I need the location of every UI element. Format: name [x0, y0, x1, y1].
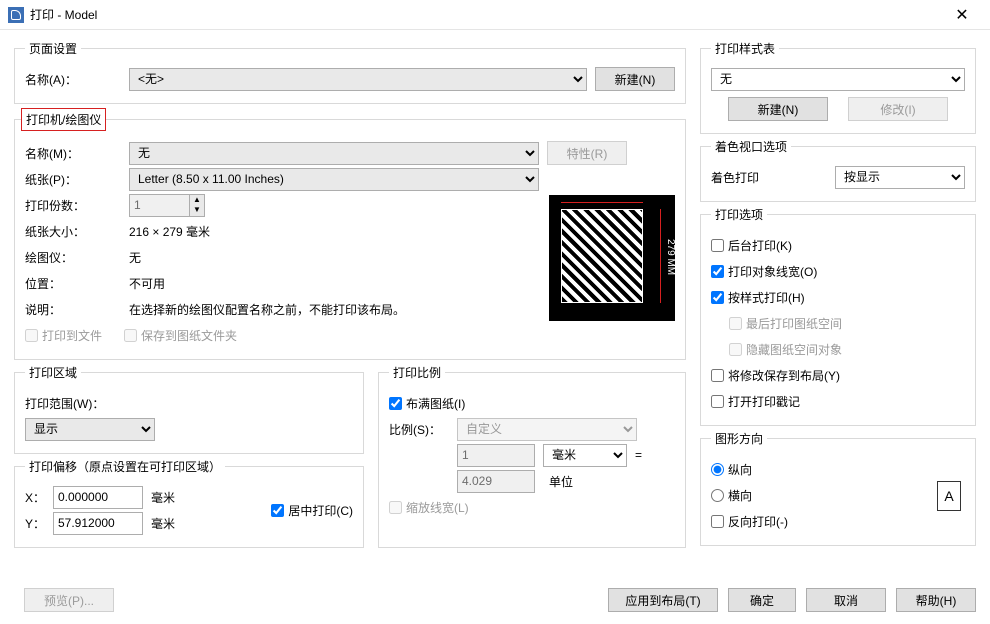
landscape-radio[interactable]: 横向	[711, 487, 752, 504]
copies-input	[129, 194, 189, 217]
center-print-checkbox[interactable]: 居中打印(C)	[271, 502, 353, 519]
page-setup-group: 页面设置 名称(A)： <无> 新建(N)	[14, 40, 686, 104]
paper-label: 纸张(P)：	[25, 171, 121, 188]
printer-group: 打印机/绘图仪 名称(M)： 无 特性(R) 纸张(P)： Letter (8.…	[14, 108, 686, 360]
scope-label: 打印范围(W)：	[25, 395, 104, 412]
scope-select[interactable]: 显示	[25, 418, 155, 441]
window-title: 打印 - Model	[30, 6, 942, 23]
scale-lw-checkbox: 缩放线宽(L)	[389, 499, 469, 516]
titlebar: 打印 - Model ✕	[0, 0, 990, 30]
apply-to-layout-button[interactable]: 应用到布局(T)	[608, 588, 718, 612]
chevron-up-icon[interactable]: ▲	[190, 195, 204, 206]
page-setup-legend: 页面设置	[25, 40, 81, 57]
copies-stepper[interactable]: ▲▼	[129, 194, 205, 217]
preview-button: 预览(P)...	[24, 588, 114, 612]
cancel-button[interactable]: 取消	[806, 588, 886, 612]
reverse-checkbox[interactable]: 反向打印(-)	[711, 513, 788, 530]
app-logo-icon	[8, 7, 24, 23]
paper-select[interactable]: Letter (8.50 x 11.00 Inches)	[129, 168, 539, 191]
plotter-value: 无	[129, 249, 141, 266]
style-table-legend: 打印样式表	[711, 40, 779, 57]
printer-name-select[interactable]: 无	[129, 142, 539, 165]
scale-unit-select[interactable]: 毫米	[543, 444, 627, 467]
scale-unit-text: 单位	[543, 473, 627, 490]
copies-label: 打印份数：	[25, 197, 121, 214]
y-unit: 毫米	[151, 515, 175, 532]
location-value: 不可用	[129, 275, 165, 292]
paper-preview: 216 MM 279 MM	[549, 195, 675, 321]
opt-objlw-checkbox[interactable]: 打印对象线宽(O)	[711, 263, 817, 280]
page-setup-name-label: 名称(A)：	[25, 71, 121, 88]
x-input[interactable]	[53, 486, 143, 509]
printer-name-label: 名称(M)：	[25, 145, 121, 162]
save-to-folder-checkbox: 保存到图纸文件夹	[124, 327, 237, 344]
fit-paper-checkbox[interactable]: 布满图纸(I)	[389, 395, 465, 412]
plotter-label: 绘图仪：	[25, 249, 121, 266]
printer-properties-button: 特性(R)	[547, 141, 627, 165]
opt-bg-checkbox[interactable]: 后台打印(K)	[711, 237, 792, 254]
x-label: X：	[25, 489, 45, 506]
offset-legend: 打印偏移（原点设置在可打印区域）	[25, 458, 225, 475]
shade-legend: 着色视口选项	[711, 138, 791, 155]
ratio-label: 比例(S)：	[389, 421, 449, 438]
x-unit: 毫米	[151, 489, 175, 506]
eq-label: =	[635, 448, 642, 462]
scale-num-input	[457, 444, 535, 467]
ok-button[interactable]: 确定	[728, 588, 796, 612]
scale-den-input	[457, 470, 535, 493]
preview-height-label: 279 MM	[665, 239, 676, 275]
opt-stamp-checkbox[interactable]: 打开打印戳记	[711, 393, 800, 410]
style-new-button[interactable]: 新建(N)	[728, 97, 828, 121]
print-area-group: 打印区域 打印范围(W)： 显示	[14, 364, 364, 454]
shade-label: 着色打印	[711, 169, 827, 186]
style-edit-button: 修改(I)	[848, 97, 948, 121]
options-group: 打印选项 后台打印(K) 打印对象线宽(O) 按样式打印(H) 最后打印图纸空间…	[700, 206, 976, 426]
portrait-radio[interactable]: 纵向	[711, 461, 752, 478]
preview-width-label: 216 MM	[561, 185, 643, 196]
opt-hideps-checkbox: 隐藏图纸空间对象	[729, 341, 842, 358]
desc-value: 在选择新的绘图仪配置名称之前，不能打印该布局。	[129, 301, 405, 318]
paper-size-value: 216 × 279 毫米	[129, 223, 210, 240]
opt-savelayout-checkbox[interactable]: 将修改保存到布局(Y)	[711, 367, 840, 384]
print-area-legend: 打印区域	[25, 364, 81, 381]
hatch-icon	[561, 209, 643, 303]
orient-legend: 图形方向	[711, 430, 767, 447]
printer-legend: 打印机/绘图仪	[21, 108, 106, 131]
help-button[interactable]: 帮助(H)	[896, 588, 976, 612]
print-to-file-checkbox: 打印到文件	[25, 327, 102, 344]
page-setup-name-select[interactable]: <无>	[129, 68, 587, 91]
offset-group: 打印偏移（原点设置在可打印区域） X： 毫米 Y： 毫米	[14, 458, 364, 548]
orient-group: 图形方向 纵向 横向 反向打印(-) A	[700, 430, 976, 546]
options-legend: 打印选项	[711, 206, 767, 223]
shade-group: 着色视口选项 着色打印 按显示	[700, 138, 976, 202]
opt-lastps-checkbox: 最后打印图纸空间	[729, 315, 842, 332]
style-table-select[interactable]: 无	[711, 68, 965, 91]
orientation-a-icon: A	[937, 481, 961, 511]
page-setup-new-button[interactable]: 新建(N)	[595, 67, 675, 91]
ratio-select: 自定义	[457, 418, 637, 441]
location-label: 位置：	[25, 275, 121, 292]
scale-legend: 打印比例	[389, 364, 445, 381]
paper-size-label: 纸张大小：	[25, 223, 121, 240]
close-icon[interactable]: ✕	[942, 5, 982, 25]
y-input[interactable]	[53, 512, 143, 535]
y-label: Y：	[25, 515, 45, 532]
opt-bystyle-checkbox[interactable]: 按样式打印(H)	[711, 289, 805, 306]
shade-select[interactable]: 按显示	[835, 166, 965, 189]
scale-group: 打印比例 布满图纸(I) 比例(S)： 自定义 毫米 = 单位 缩放线宽	[378, 364, 686, 548]
chevron-down-icon[interactable]: ▼	[190, 205, 204, 216]
style-table-group: 打印样式表 无 新建(N) 修改(I)	[700, 40, 976, 134]
desc-label: 说明：	[25, 301, 121, 318]
